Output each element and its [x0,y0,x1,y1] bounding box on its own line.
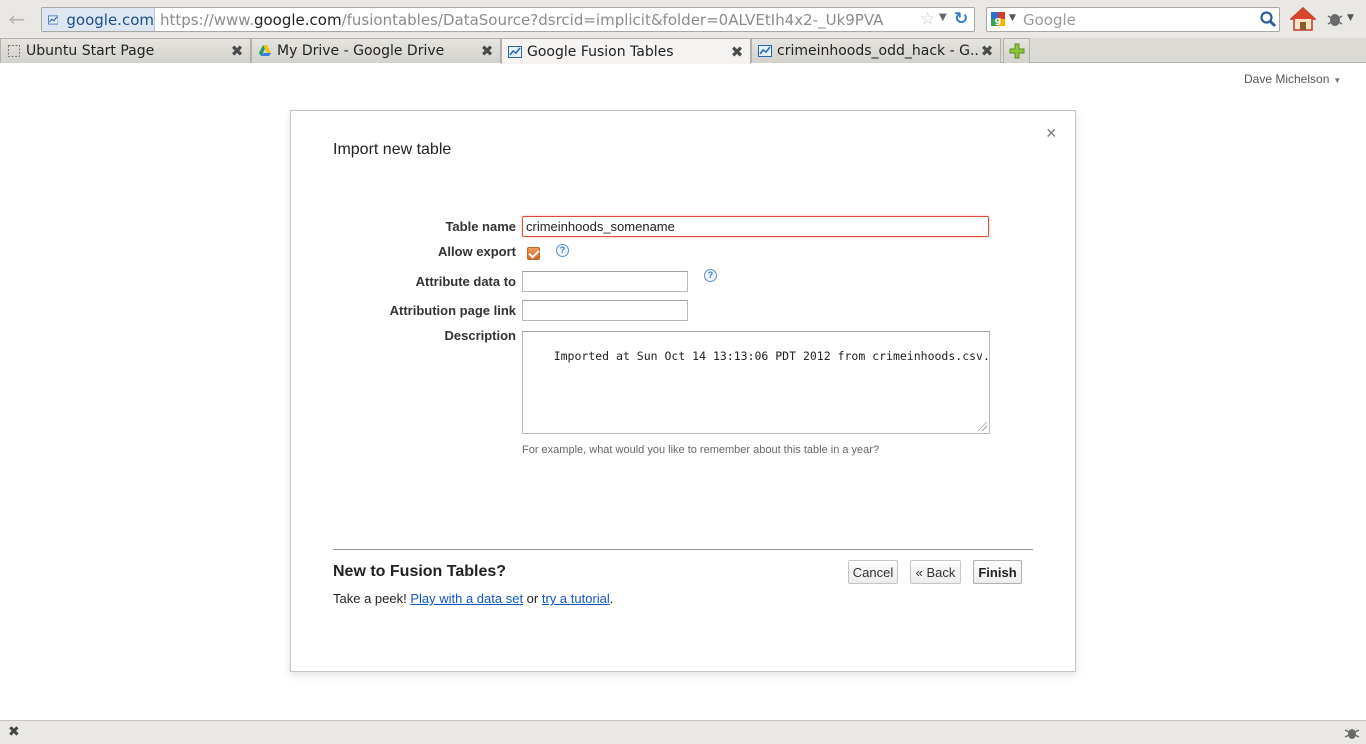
user-name: Dave Michelson [1244,72,1330,86]
search-icon[interactable] [1259,10,1277,28]
back-arrow-icon[interactable]: ← [4,8,30,30]
resize-grip-icon[interactable] [978,422,987,431]
blank-page-icon [8,45,20,57]
new-to-fusion-tables-heading: New to Fusion Tables? [333,563,507,580]
dialog-title: Import new table [333,141,452,158]
site-identity-icon [48,15,59,24]
help-icon[interactable]: ? [704,269,717,282]
attribute-data-to-label: Attribute data to [415,274,516,289]
table-name-input[interactable] [522,216,989,237]
try-tutorial-link[interactable]: try a tutorial [542,591,610,606]
url-bar[interactable]: google.com https://www.google.com/fusion… [41,7,975,32]
site-identity-label: google.com [66,10,154,29]
navigation-toolbar: ← google.com https://www.google.com/fusi… [0,0,1366,38]
back-button[interactable]: « Back [910,560,961,584]
reload-icon[interactable]: ↻ [954,9,968,29]
addon-dropdown-icon[interactable]: ▼ [1347,13,1354,23]
table-name-label: Table name [445,219,516,234]
fusion-tables-icon [758,45,772,57]
cancel-button[interactable]: Cancel [848,560,898,584]
addon-bug-icon[interactable] [1344,726,1360,740]
description-label: Description [444,328,516,343]
tab-title: Ubuntu Start Page [26,43,155,59]
allow-export-label: Allow export [437,244,516,259]
import-table-dialog: × Import new table Table name Allow expo… [290,110,1076,672]
google-engine-icon[interactable]: g [991,12,1005,26]
close-icon[interactable]: ✖ [8,724,20,740]
tab-google-fusion-tables[interactable]: Google Fusion Tables ✖ [501,38,751,64]
description-hint: For example, what would you like to reme… [522,444,880,456]
tab-close-icon[interactable]: ✖ [229,42,245,60]
attribute-data-to-input[interactable] [522,271,688,292]
tab-my-drive[interactable]: My Drive - Google Drive ✖ [251,38,501,63]
search-engine-dropdown-icon[interactable]: ▼ [1009,13,1016,23]
take-a-peek-text: Take a peek! Play with a data set or try… [333,591,614,606]
user-account-menu[interactable]: Dave Michelson ▼ [1244,72,1341,86]
site-identity-button[interactable]: google.com [42,8,155,31]
tab-title: My Drive - Google Drive [277,43,445,59]
status-bar: ✖ [0,720,1366,744]
tab-close-icon[interactable]: ✖ [729,43,745,61]
close-icon[interactable]: × [1046,123,1057,144]
search-bar[interactable]: g ▼ Google [986,7,1280,32]
attribution-page-link-label: Attribution page link [389,303,516,318]
tab-close-icon[interactable]: ✖ [979,42,995,60]
fusion-tables-icon [508,45,522,58]
google-drive-icon [259,45,271,56]
play-with-dataset-link[interactable]: Play with a data set [410,591,523,606]
attribution-page-link-input[interactable] [522,300,688,321]
tab-close-icon[interactable]: ✖ [479,42,495,60]
url-history-dropdown-icon[interactable]: ▼ [939,12,947,23]
tab-strip: Ubuntu Start Page ✖ My Drive - Google Dr… [0,38,1366,64]
tab-crimeinhoods[interactable]: crimeinhoods_odd_hack - G... ✖ [751,38,1001,63]
home-icon[interactable] [1290,6,1316,32]
tab-ubuntu-start-page[interactable]: Ubuntu Start Page ✖ [0,38,251,63]
bookmark-star-icon[interactable]: ☆ [920,9,935,29]
allow-export-checkbox[interactable] [527,247,540,260]
help-icon[interactable]: ? [556,244,569,257]
finish-button[interactable]: Finish [973,560,1022,584]
tab-title: crimeinhoods_odd_hack - G... [777,43,979,59]
footer-divider [333,549,1033,550]
url-text[interactable]: https://www.google.com/fusiontables/Data… [160,11,883,29]
description-text: Imported at Sun Oct 14 13:13:06 PDT 2012… [553,349,990,363]
search-input[interactable]: Google [1023,11,1076,29]
addon-bug-icon[interactable] [1326,10,1344,28]
svg-text:g: g [995,16,1001,26]
plus-icon [1009,43,1024,59]
description-textarea[interactable]: Imported at Sun Oct 14 13:13:06 PDT 2012… [522,331,990,434]
chevron-down-icon: ▼ [1333,76,1342,85]
new-tab-button[interactable] [1003,38,1030,63]
tab-title: Google Fusion Tables [527,43,674,60]
